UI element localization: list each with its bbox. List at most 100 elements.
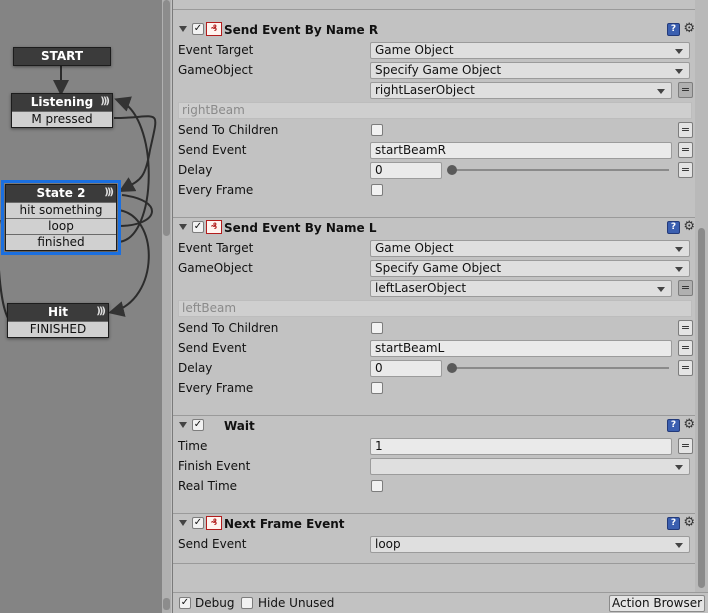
- triangle-down-icon[interactable]: [179, 520, 187, 526]
- inspector-scrollbar-thumb[interactable]: [698, 228, 705, 588]
- delay-slider-track[interactable]: [453, 367, 669, 369]
- send-to-children-checkbox[interactable]: [371, 322, 383, 334]
- event-target-dropdown[interactable]: Game Object: [370, 42, 690, 59]
- action-header[interactable]: ✓ ₰ Send Event By Name R ? ⚙: [173, 20, 696, 40]
- variable-name-field[interactable]: rightBeam: [178, 102, 692, 119]
- wifi-arcs-icon: ))): [96, 306, 106, 317]
- event-target-dropdown[interactable]: Game Object: [370, 240, 690, 257]
- help-book-icon[interactable]: ?: [667, 517, 680, 530]
- event-target-value: Game Object: [375, 241, 454, 255]
- equals-icon[interactable]: =: [678, 320, 693, 336]
- equals-icon[interactable]: =: [678, 162, 693, 178]
- gameobject-mode-dropdown[interactable]: Specify Game Object: [370, 62, 690, 79]
- delay-field[interactable]: 0: [370, 162, 442, 179]
- delay-field[interactable]: 0: [370, 360, 442, 377]
- time-field[interactable]: 1: [370, 438, 672, 455]
- action-header[interactable]: ✓ ₰ Send Event By Name L ? ⚙: [173, 218, 696, 238]
- equals-icon[interactable]: =: [678, 122, 693, 138]
- object-value: rightLaserObject: [375, 83, 475, 97]
- chevron-down-icon: [675, 49, 683, 54]
- delay-slider-handle[interactable]: [447, 165, 457, 175]
- gear-icon[interactable]: ⚙: [683, 417, 695, 432]
- transition-m-pressed[interactable]: M pressed: [12, 111, 112, 127]
- action-enabled-checkbox[interactable]: ✓: [192, 517, 204, 529]
- state-start[interactable]: START: [13, 47, 111, 66]
- state-hit[interactable]: Hit ))) FINISHED: [7, 303, 109, 338]
- every-frame-checkbox[interactable]: [371, 184, 383, 196]
- state-2[interactable]: State 2 ))) hit something loop finished: [1, 180, 121, 255]
- action-browser-button[interactable]: Action Browser: [609, 595, 705, 612]
- chevron-down-icon: [675, 267, 683, 272]
- transition-finished-hit[interactable]: FINISHED: [8, 321, 108, 337]
- equals-icon[interactable]: =: [678, 340, 693, 356]
- transition-finished[interactable]: finished: [6, 234, 116, 250]
- triangle-down-icon[interactable]: [179, 422, 187, 428]
- row-every-frame: Every Frame: [173, 378, 696, 398]
- graph-scrollbar-end[interactable]: [163, 598, 170, 610]
- label-gameobject: GameObject: [178, 63, 253, 77]
- triangle-down-icon[interactable]: [179, 224, 187, 230]
- transition-hit-something[interactable]: hit something: [6, 202, 116, 218]
- gameobject-mode-dropdown[interactable]: Specify Game Object: [370, 260, 690, 277]
- transition-loop[interactable]: loop: [6, 218, 116, 234]
- debug-checkbox[interactable]: ✓: [179, 597, 191, 609]
- gear-icon[interactable]: ⚙: [683, 219, 695, 234]
- equals-icon[interactable]: =: [678, 360, 693, 376]
- gear-icon[interactable]: ⚙: [683, 515, 695, 530]
- fsm-graph-view[interactable]: START Listening ))) M pressed State 2 ))…: [0, 0, 162, 613]
- label-event-target: Event Target: [178, 241, 254, 255]
- send-to-children-checkbox[interactable]: [371, 124, 383, 136]
- action-enabled-checkbox[interactable]: ✓: [192, 419, 204, 431]
- help-book-icon[interactable]: ?: [667, 419, 680, 432]
- object-dropdown[interactable]: rightLaserObject: [370, 82, 672, 99]
- label-every-frame: Every Frame: [178, 183, 254, 197]
- action-enabled-checkbox[interactable]: ✓: [192, 23, 204, 35]
- inspector-footer: ✓ Debug Hide Unused Action Browser: [173, 592, 708, 613]
- object-value: leftLaserObject: [375, 281, 467, 295]
- action-enabled-checkbox[interactable]: ✓: [192, 221, 204, 233]
- send-event-field[interactable]: startBeamR: [370, 142, 672, 159]
- row-event-target: Event Target Game Object: [173, 40, 696, 60]
- label-send-event: Send Event: [178, 341, 247, 355]
- action-title: Send Event By Name L: [224, 221, 377, 235]
- send-event-field[interactable]: startBeamL: [370, 340, 672, 357]
- graph-scrollbar-thumb[interactable]: [163, 0, 170, 236]
- row-send-to-children: Send To Children =: [173, 120, 696, 140]
- hide-unused-label: Hide Unused: [258, 596, 335, 610]
- equals-icon[interactable]: =: [678, 82, 693, 98]
- action-title: Send Event By Name R: [224, 23, 379, 37]
- delay-slider-track[interactable]: [453, 169, 669, 171]
- send-event-value: loop: [375, 537, 401, 551]
- action-wait: ✓ Wait ? ⚙ Time 1 = Finish Event Real Ti…: [173, 416, 696, 514]
- real-time-checkbox[interactable]: [371, 480, 383, 492]
- hide-unused-checkbox[interactable]: [241, 597, 253, 609]
- state-listening[interactable]: Listening ))) M pressed: [11, 93, 113, 128]
- equals-icon[interactable]: =: [678, 438, 693, 454]
- delay-slider-handle[interactable]: [447, 363, 457, 373]
- label-send-to-children: Send To Children: [178, 321, 279, 335]
- finish-event-dropdown[interactable]: [370, 458, 690, 475]
- debug-label: Debug: [195, 596, 235, 610]
- row-delay: Delay 0 =: [173, 358, 696, 378]
- help-book-icon[interactable]: ?: [667, 23, 680, 36]
- every-frame-checkbox[interactable]: [371, 382, 383, 394]
- equals-icon[interactable]: =: [678, 280, 693, 296]
- state-2-header: State 2 ))): [6, 185, 116, 202]
- action-header[interactable]: ✓ Wait ? ⚙: [173, 416, 696, 436]
- playmaker-action-icon: ₰: [206, 220, 222, 234]
- help-book-icon[interactable]: ?: [667, 221, 680, 234]
- send-event-dropdown[interactable]: loop: [370, 536, 690, 553]
- row-time: Time 1 =: [173, 436, 696, 456]
- object-dropdown[interactable]: leftLaserObject: [370, 280, 672, 297]
- playmaker-action-icon: ₰: [206, 516, 222, 530]
- row-gameobject: GameObject Specify Game Object: [173, 258, 696, 278]
- equals-icon[interactable]: =: [678, 142, 693, 158]
- triangle-down-icon[interactable]: [179, 26, 187, 32]
- row-object-field: leftLaserObject =: [173, 278, 696, 298]
- action-header[interactable]: ✓ ₰ Next Frame Event ? ⚙: [173, 514, 696, 534]
- variable-name-field[interactable]: leftBeam: [178, 300, 692, 317]
- gear-icon[interactable]: ⚙: [683, 21, 695, 36]
- chevron-down-icon: [675, 247, 683, 252]
- chevron-down-icon: [657, 287, 665, 292]
- inspector-scrollbar[interactable]: [695, 0, 708, 592]
